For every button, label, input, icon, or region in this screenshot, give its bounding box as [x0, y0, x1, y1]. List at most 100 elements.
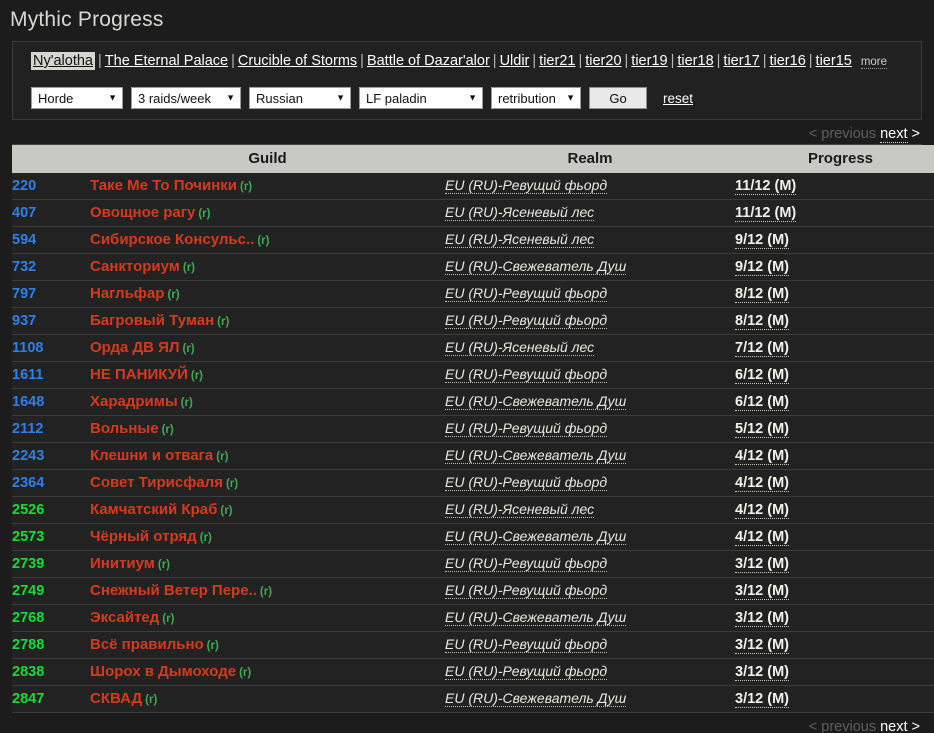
- language-select[interactable]: Russian ▼: [249, 87, 351, 109]
- realm-link[interactable]: EU (RU)-Ревущий фьорд: [445, 636, 607, 653]
- guild-name-link[interactable]: Нагльфар: [90, 285, 164, 302]
- guild-name-link[interactable]: Совет Тирисфаля: [90, 474, 223, 491]
- progress-link[interactable]: 3/12 (M): [735, 610, 789, 627]
- guild-name-link[interactable]: Харадримы: [90, 393, 178, 410]
- tier-link-tier16[interactable]: tier16: [769, 53, 805, 69]
- tier-link-tier19[interactable]: tier19: [631, 53, 667, 69]
- cell-rank: 797: [12, 281, 90, 308]
- cell-progress: 9/12 (M): [735, 227, 934, 254]
- cell-rank: 594: [12, 227, 90, 254]
- guild-name-link[interactable]: Эксайтед: [90, 609, 159, 626]
- progress-link[interactable]: 4/12 (M): [735, 475, 789, 492]
- realm-link[interactable]: EU (RU)-Ревущий фьорд: [445, 474, 607, 491]
- progress-link[interactable]: 4/12 (M): [735, 502, 789, 519]
- progress-link[interactable]: 3/12 (M): [735, 664, 789, 681]
- progress-link[interactable]: 8/12 (M): [735, 313, 789, 330]
- progress-link[interactable]: 9/12 (M): [735, 232, 789, 249]
- realm-link[interactable]: EU (RU)-Свежеватель Душ: [445, 447, 626, 464]
- spec-select[interactable]: retribution ▼: [491, 87, 581, 109]
- tier-link-ny-alotha[interactable]: Ny'alotha: [31, 52, 95, 70]
- realm-link[interactable]: EU (RU)-Ясеневый лес: [445, 204, 594, 221]
- progress-link[interactable]: 11/12 (M): [735, 178, 796, 195]
- guild-name-link[interactable]: Таке Ме То Починки: [90, 177, 237, 194]
- tier-link-crucible-of-storms[interactable]: Crucible of Storms: [238, 53, 357, 69]
- guild-name-link[interactable]: Инитиум: [90, 555, 155, 572]
- realm-link[interactable]: EU (RU)-Ревущий фьорд: [445, 555, 607, 572]
- progress-link[interactable]: 6/12 (M): [735, 394, 789, 411]
- progress-link[interactable]: 11/12 (M): [735, 205, 796, 222]
- tier-link-uldir[interactable]: Uldir: [500, 53, 530, 69]
- looking-for-select[interactable]: LF paladin ▼: [359, 87, 483, 109]
- guild-rank: 2768: [12, 610, 44, 626]
- realm-link[interactable]: EU (RU)-Ясеневый лес: [445, 501, 594, 518]
- progress-link[interactable]: 4/12 (M): [735, 529, 789, 546]
- guild-name-link[interactable]: Шорох в Дымоходе: [90, 663, 236, 680]
- guild-name-link[interactable]: Чёрный отряд: [90, 528, 197, 545]
- realm-link[interactable]: EU (RU)-Свежеватель Душ: [445, 528, 626, 545]
- realm-link[interactable]: EU (RU)-Ревущий фьорд: [445, 663, 607, 680]
- progress-link[interactable]: 6/12 (M): [735, 367, 789, 384]
- realm-link[interactable]: EU (RU)-Свежеватель Душ: [445, 690, 626, 707]
- tier-link-the-eternal-palace[interactable]: The Eternal Palace: [105, 53, 228, 69]
- progress-link[interactable]: 5/12 (M): [735, 421, 789, 438]
- realm-link[interactable]: EU (RU)-Ревущий фьорд: [445, 177, 607, 194]
- realm-link[interactable]: EU (RU)-Ревущий фьорд: [445, 582, 607, 599]
- realm-link[interactable]: EU (RU)-Ревущий фьорд: [445, 366, 607, 383]
- guild-name-link[interactable]: Клешни и отвага: [90, 447, 213, 464]
- progress-link[interactable]: 3/12 (M): [735, 583, 789, 600]
- realm-link[interactable]: EU (RU)-Ясеневый лес: [445, 231, 594, 248]
- progress-link[interactable]: 3/12 (M): [735, 691, 789, 708]
- guild-name-link[interactable]: Сибирское Консульс..: [90, 231, 254, 248]
- progress-link[interactable]: 9/12 (M): [735, 259, 789, 276]
- guild-name-link[interactable]: НЕ ПАНИКУЙ: [90, 366, 188, 383]
- next-page-link[interactable]: next >: [880, 719, 920, 733]
- guild-name-link[interactable]: Багровый Туман: [90, 312, 214, 329]
- tier-link-tier15[interactable]: tier15: [816, 53, 852, 69]
- realm-link[interactable]: EU (RU)-Свежеватель Душ: [445, 258, 626, 275]
- previous-page-link[interactable]: < previous: [809, 126, 876, 142]
- faction-select[interactable]: Horde ▼: [31, 87, 123, 109]
- tier-link-battle-of-dazar-alor[interactable]: Battle of Dazar'alor: [367, 53, 490, 69]
- guild-name-link[interactable]: Камчатский Краб: [90, 501, 217, 518]
- realm-link[interactable]: EU (RU)-Ясеневый лес: [445, 339, 594, 356]
- guild-name-link[interactable]: СКВАД: [90, 690, 142, 707]
- tier-link-separator: |: [668, 53, 678, 69]
- realm-link[interactable]: EU (RU)-Ревущий фьорд: [445, 285, 607, 302]
- realm-link[interactable]: EU (RU)-Свежеватель Душ: [445, 609, 626, 626]
- progress-link[interactable]: 3/12 (M): [735, 637, 789, 654]
- cell-rank: 220: [12, 173, 90, 200]
- table-row: 594Сибирское Консульс..(r)EU (RU)-Ясенев…: [12, 227, 934, 254]
- guild-name-link[interactable]: Санкториум: [90, 258, 180, 275]
- guild-name-link[interactable]: Снежный Ветер Пере..: [90, 582, 257, 599]
- guild-name-link[interactable]: Орда ДВ ЯЛ: [90, 339, 179, 356]
- guild-rank: 797: [12, 286, 36, 302]
- raids-per-week-select[interactable]: 3 raids/week ▼: [131, 87, 241, 109]
- guild-rank: 407: [12, 205, 36, 221]
- guild-name-link[interactable]: Овощное рагу: [90, 204, 195, 221]
- progress-link[interactable]: 4/12 (M): [735, 448, 789, 465]
- go-button[interactable]: Go: [589, 87, 647, 109]
- cell-realm: EU (RU)-Ревущий фьорд: [445, 578, 735, 605]
- more-tiers-link[interactable]: more: [861, 56, 887, 69]
- recruiting-flag: (r): [162, 424, 174, 436]
- guild-name-link[interactable]: Вольные: [90, 420, 159, 437]
- tier-link-tier21[interactable]: tier21: [539, 53, 575, 69]
- reset-link[interactable]: reset: [663, 91, 693, 106]
- table-row: 2788Всё правильно(r)EU (RU)-Ревущий фьор…: [12, 632, 934, 659]
- tier-link-tier17[interactable]: tier17: [723, 53, 759, 69]
- tier-link-tier20[interactable]: tier20: [585, 53, 621, 69]
- next-page-link[interactable]: next >: [880, 126, 920, 142]
- progress-link[interactable]: 8/12 (M): [735, 286, 789, 303]
- cell-progress: 9/12 (M): [735, 254, 934, 281]
- progress-link[interactable]: 7/12 (M): [735, 340, 789, 357]
- realm-link[interactable]: EU (RU)-Ревущий фьорд: [445, 420, 607, 437]
- previous-page-link[interactable]: < previous: [809, 719, 876, 733]
- guild-name-link[interactable]: Всё правильно: [90, 636, 204, 653]
- realm-link[interactable]: EU (RU)-Ревущий фьорд: [445, 312, 607, 329]
- cell-guild: Овощное рагу(r): [90, 200, 445, 227]
- cell-rank: 2847: [12, 686, 90, 713]
- progress-link[interactable]: 3/12 (M): [735, 556, 789, 573]
- realm-link[interactable]: EU (RU)-Свежеватель Душ: [445, 393, 626, 410]
- cell-realm: EU (RU)-Ясеневый лес: [445, 497, 735, 524]
- tier-link-tier18[interactable]: tier18: [677, 53, 713, 69]
